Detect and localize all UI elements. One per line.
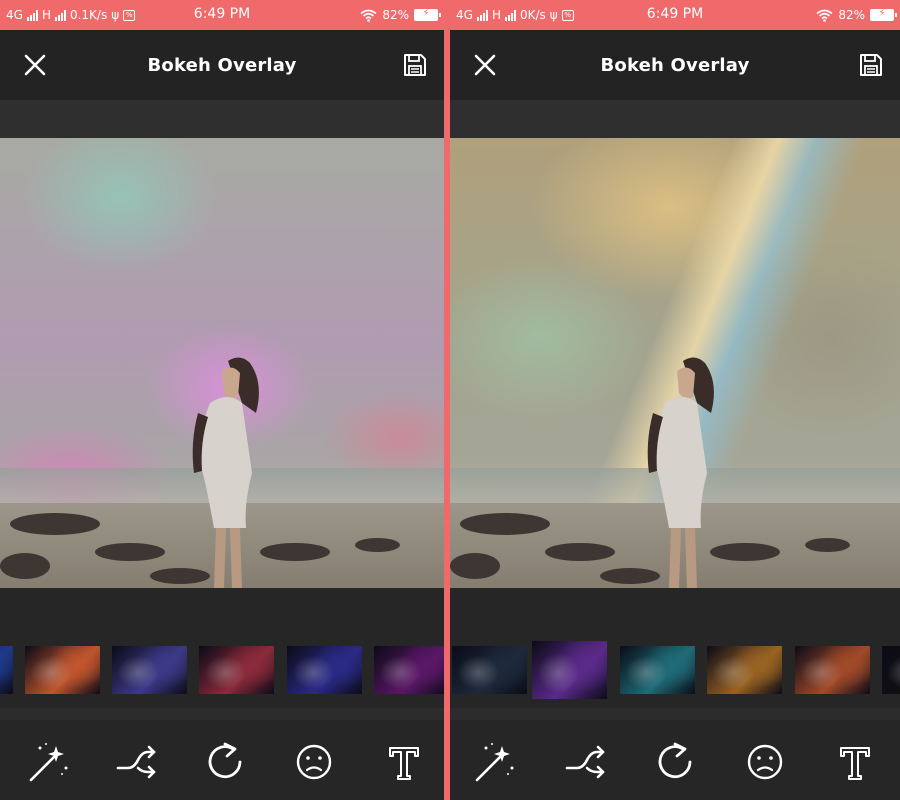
- edited-photo[interactable]: [450, 138, 900, 588]
- canvas-spacer: [0, 100, 444, 138]
- wifi-icon: [816, 9, 833, 22]
- person-figure: [647, 357, 714, 588]
- status-bar: 4G H 0.1K/s ψ % 6:49 PM 82% ⚡: [0, 0, 444, 30]
- canvas-spacer: [450, 100, 900, 138]
- overlay-thumb-selected[interactable]: [532, 641, 607, 699]
- edited-photo[interactable]: [0, 138, 444, 588]
- rock: [10, 513, 100, 535]
- rock: [545, 543, 615, 561]
- battery-icon: ⚡: [414, 8, 441, 21]
- overlay-thumb[interactable]: [287, 646, 362, 694]
- rock: [450, 553, 500, 579]
- close-icon[interactable]: [472, 52, 498, 78]
- screen-right: 4G H 0K/s ψ % 6:49 PM 82% ⚡ Bokeh Overla…: [450, 0, 900, 800]
- bottom-toolbar: [0, 720, 444, 800]
- text-icon[interactable]: [833, 740, 877, 784]
- save-icon[interactable]: [402, 52, 428, 78]
- shuffle-icon[interactable]: [563, 740, 607, 784]
- overlay-thumb[interactable]: [0, 646, 13, 694]
- overlay-thumb[interactable]: [112, 646, 187, 694]
- header: Bokeh Overlay: [0, 30, 444, 100]
- status-bar: 4G H 0K/s ψ % 6:49 PM 82% ⚡: [450, 0, 900, 30]
- shuffle-icon[interactable]: [114, 740, 158, 784]
- overlay-thumb[interactable]: [452, 646, 527, 694]
- save-icon[interactable]: [858, 52, 884, 78]
- overlay-thumb[interactable]: [620, 646, 695, 694]
- battery-icon: ⚡: [870, 8, 897, 21]
- screen-left: 4G H 0.1K/s ψ % 6:49 PM 82% ⚡ Bokeh Over…: [0, 0, 444, 800]
- magic-wand-icon[interactable]: [472, 740, 516, 784]
- close-icon[interactable]: [22, 52, 48, 78]
- rock: [95, 543, 165, 561]
- rock: [805, 538, 850, 552]
- page-title: Bokeh Overlay: [600, 54, 750, 76]
- battery-percent: 82%: [382, 8, 409, 22]
- person-figure: [192, 357, 259, 588]
- overlay-thumb[interactable]: [25, 646, 100, 694]
- controls-spacer: [450, 588, 900, 633]
- header: Bokeh Overlay: [450, 30, 900, 100]
- rock: [260, 543, 330, 561]
- battery-percent: 82%: [838, 8, 865, 22]
- magic-wand-icon[interactable]: [26, 740, 70, 784]
- bottom-toolbar: [450, 720, 900, 800]
- controls-spacer: [0, 588, 444, 633]
- overlay-strip[interactable]: [450, 633, 900, 708]
- page-title: Bokeh Overlay: [147, 54, 297, 76]
- rock: [355, 538, 400, 552]
- sticker-face-icon[interactable]: [743, 740, 787, 784]
- sticker-face-icon[interactable]: [292, 740, 336, 784]
- rotate-icon[interactable]: [203, 740, 247, 784]
- overlay-thumb[interactable]: [199, 646, 274, 694]
- wifi-icon: [360, 9, 377, 22]
- rotate-icon[interactable]: [653, 740, 697, 784]
- rock: [460, 513, 550, 535]
- rock: [0, 553, 50, 579]
- overlay-thumb[interactable]: [882, 646, 900, 694]
- overlay-thumb[interactable]: [374, 646, 444, 694]
- text-icon[interactable]: [382, 740, 426, 784]
- overlay-thumb[interactable]: [707, 646, 782, 694]
- overlay-thumb[interactable]: [795, 646, 870, 694]
- overlay-strip[interactable]: [0, 633, 444, 708]
